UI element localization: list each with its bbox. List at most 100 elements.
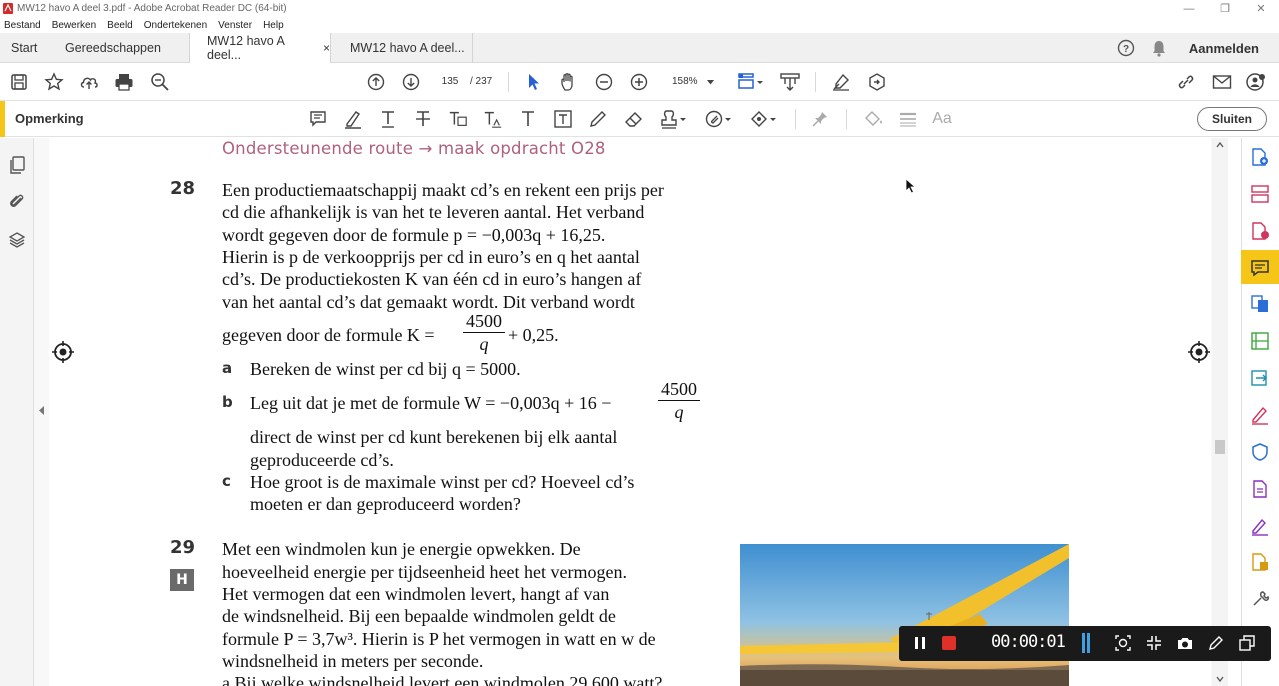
hand-tool-icon[interactable] — [559, 72, 579, 92]
read-aloud-icon[interactable] — [867, 72, 887, 92]
document-viewport[interactable]: Ondersteunende route → maak opdracht O28… — [34, 138, 1212, 686]
scroll-mode-icon[interactable] — [780, 72, 800, 92]
select-cursor-icon[interactable] — [524, 72, 544, 92]
fill-and-sign-icon[interactable] — [1250, 405, 1270, 425]
q29-line-5: formule P = 3,7w³. Hierin is P het vermo… — [222, 629, 656, 649]
protect-shield-icon[interactable] — [1250, 442, 1270, 462]
difficulty-badge: H — [170, 569, 194, 591]
insert-text-icon[interactable] — [483, 109, 503, 129]
tab-document-active[interactable]: MW12 havo A deel... × — [189, 33, 331, 63]
mouse-cursor-icon — [905, 178, 917, 194]
comment-accent-bar — [0, 101, 5, 137]
export-pdf-icon[interactable] — [1250, 221, 1270, 241]
fraction-bar — [463, 332, 505, 333]
print-icon[interactable] — [114, 72, 134, 92]
shapes-icon[interactable] — [750, 109, 778, 129]
help-icon[interactable]: ? — [1117, 39, 1135, 57]
highlight-pen-icon[interactable] — [343, 109, 363, 129]
page-number-input[interactable]: 135 — [432, 73, 468, 91]
vertical-scrollbar[interactable] — [1212, 138, 1228, 686]
restore-icon[interactable]: ❐ — [1207, 0, 1243, 17]
stop-record-icon[interactable] — [940, 634, 958, 652]
strikethrough-text-icon[interactable] — [413, 109, 433, 129]
scroll-up-icon[interactable] — [1216, 142, 1224, 148]
previous-page-icon[interactable] — [366, 72, 386, 92]
q28-a-label: a — [222, 359, 233, 377]
tab-tools[interactable]: Gereedschappen — [65, 33, 161, 63]
scroll-down-icon[interactable] — [1216, 676, 1224, 682]
zoom-search-icon[interactable] — [150, 72, 170, 92]
upload-cloud-icon[interactable] — [79, 72, 99, 92]
collapse-left-pane-icon[interactable] — [39, 406, 45, 415]
sticky-note-icon[interactable] — [308, 109, 328, 129]
pin-icon — [810, 109, 830, 129]
svg-text:?: ? — [1123, 44, 1129, 55]
tab-start[interactable]: Start — [11, 33, 37, 63]
next-page-icon[interactable] — [401, 72, 421, 92]
more-tools-icon[interactable] — [1250, 589, 1270, 609]
zoom-out-icon[interactable] — [594, 72, 614, 92]
collapse-icon[interactable] — [1145, 634, 1163, 652]
formula-w-denominator: q — [674, 402, 684, 422]
share-user-icon[interactable] — [1246, 72, 1266, 92]
webcam-icon[interactable] — [1114, 634, 1132, 652]
share-link-icon[interactable] — [1176, 72, 1196, 92]
fill-sign-icon[interactable] — [831, 72, 851, 92]
notifications-bell-icon[interactable] — [1151, 39, 1167, 57]
chevron-down-icon — [707, 79, 714, 84]
pause-icon[interactable] — [911, 634, 929, 652]
send-for-review-icon[interactable] — [1250, 368, 1270, 388]
eraser-icon[interactable] — [624, 109, 644, 129]
text-box-icon[interactable] — [553, 109, 573, 129]
annotate-pen-icon[interactable] — [1207, 634, 1225, 652]
scrollbar-thumb[interactable] — [1215, 440, 1225, 454]
tabs-bar: Start Gereedschappen MW12 havo A deel...… — [0, 33, 1279, 63]
line-width-icon — [898, 109, 918, 129]
certificates-icon[interactable] — [1250, 552, 1270, 572]
zoom-in-icon[interactable] — [629, 72, 649, 92]
create-pdf-icon[interactable] — [1250, 147, 1270, 167]
edit-pdf-icon[interactable] — [1250, 331, 1270, 351]
window-mode-icon[interactable] — [1238, 634, 1256, 652]
menu-venster[interactable]: Venster — [218, 20, 252, 31]
layers-icon[interactable] — [7, 230, 27, 250]
fraction-bar — [658, 400, 700, 401]
minimize-icon[interactable]: — — [1171, 0, 1207, 17]
bookmark-star-icon[interactable] — [44, 72, 64, 92]
close-comment-button[interactable]: Sluiten — [1197, 107, 1267, 131]
menu-help[interactable]: Help — [263, 20, 284, 31]
q29-line-1: Met een windmolen kun je energie opwekke… — [222, 539, 581, 559]
toolbar-divider — [795, 109, 796, 129]
attach-file-icon[interactable] — [705, 109, 733, 129]
recording-timer: 00:00:01 — [991, 632, 1066, 652]
screenshot-camera-icon[interactable] — [1176, 634, 1194, 652]
q28-c-text-1: Hoe groot is de maximale winst per cd? H… — [250, 472, 635, 492]
toolbar-divider — [846, 109, 847, 129]
zoom-level-select[interactable]: 158% — [664, 73, 718, 91]
menu-beeld[interactable]: Beeld — [107, 20, 133, 31]
comment-tool-icon[interactable] — [1250, 258, 1270, 278]
page-display-icon[interactable] — [737, 72, 765, 92]
combine-files-icon[interactable] — [1250, 294, 1270, 314]
close-tab-icon[interactable]: × — [323, 41, 330, 55]
formula-k-denominator: q — [479, 334, 489, 354]
organize-pages-icon[interactable] — [1250, 184, 1270, 204]
page-thumbnails-icon[interactable] — [7, 155, 27, 175]
prepare-form-icon[interactable] — [1250, 479, 1270, 499]
attachments-paperclip-icon[interactable] — [7, 191, 27, 211]
menu-bestand[interactable]: Bestand — [4, 20, 41, 31]
underline-text-icon[interactable] — [378, 109, 398, 129]
close-icon[interactable]: ✕ — [1243, 0, 1279, 17]
draw-pencil-icon[interactable] — [588, 109, 608, 129]
add-text-icon[interactable] — [518, 109, 538, 129]
screen-recorder-toolbar: 00:00:01 — [899, 626, 1271, 661]
email-icon[interactable] — [1212, 72, 1232, 92]
save-icon[interactable] — [9, 72, 29, 92]
tab-document-2[interactable]: MW12 havo A deel... — [331, 33, 473, 63]
request-signature-icon[interactable] — [1250, 516, 1270, 536]
stamp-icon[interactable] — [660, 109, 688, 129]
menu-ondertekenen[interactable]: Ondertekenen — [144, 20, 207, 31]
signin-button[interactable]: Aanmelden — [1189, 41, 1259, 56]
replace-text-icon[interactable] — [448, 109, 468, 129]
menu-bewerken[interactable]: Bewerken — [52, 20, 96, 31]
